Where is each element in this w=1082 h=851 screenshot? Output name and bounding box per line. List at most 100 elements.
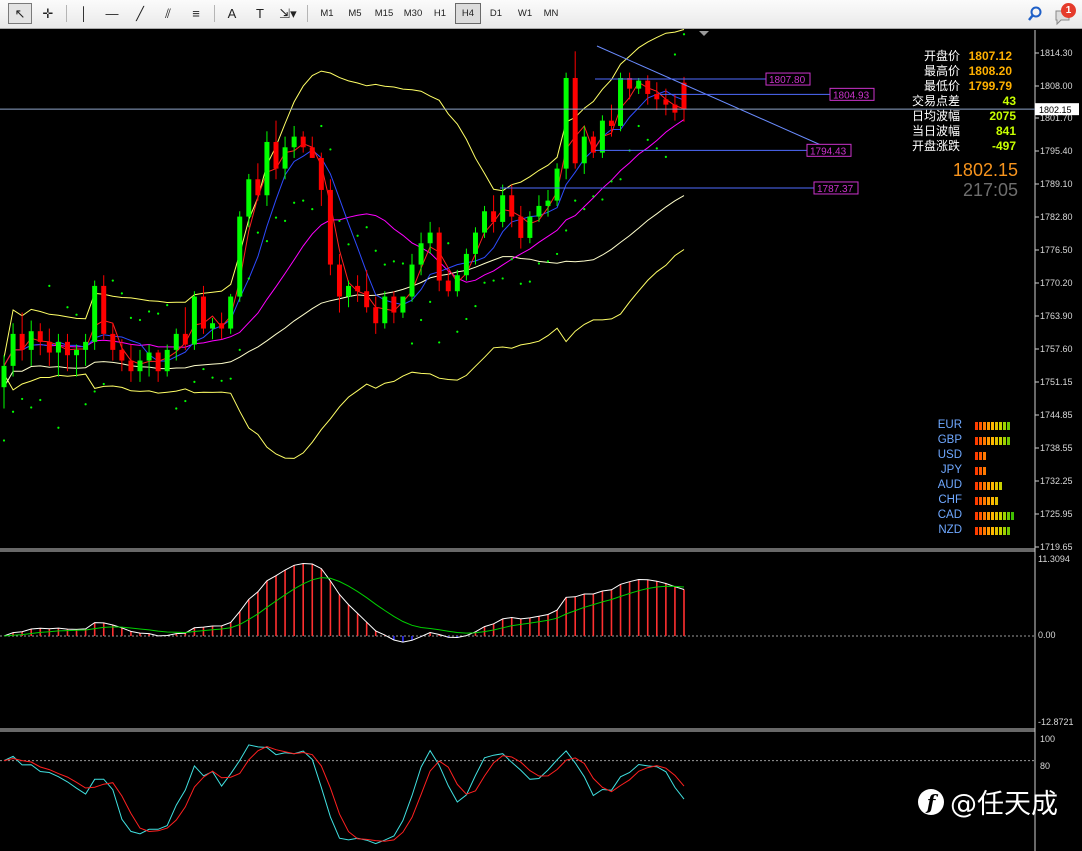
candle-body: [1, 365, 7, 388]
candle-body: [509, 195, 515, 217]
price-axis-label: 1795.40: [1040, 146, 1073, 156]
sar-dot: [601, 198, 604, 201]
macd-signal-line: [3, 577, 685, 637]
weibo-logo-icon: f: [918, 788, 944, 815]
sar-dot: [247, 277, 250, 280]
info-label: 开盘涨跌: [912, 139, 961, 153]
candle-body: [200, 296, 206, 329]
sar-dot: [365, 226, 368, 229]
sar-dot: [320, 124, 323, 128]
sar-dot: [39, 398, 42, 402]
sar-dot: [392, 260, 395, 263]
candle-body: [28, 331, 34, 350]
price-axis-label: 1776.50: [1040, 245, 1073, 255]
price-axis-label: 1738.55: [1040, 443, 1073, 453]
candle-body: [391, 296, 397, 313]
price-axis-label: 1763.90: [1040, 311, 1073, 321]
macd-axis-top: 11.3094: [1038, 554, 1070, 564]
sar-dot: [592, 195, 595, 198]
candle-body: [346, 285, 352, 297]
sar-dot: [519, 282, 522, 285]
candle-body: [101, 285, 107, 334]
sar-dot: [347, 243, 350, 246]
sar-dot: [311, 208, 314, 211]
strength-bars: [975, 527, 1011, 535]
candle-body: [228, 296, 234, 329]
sar-dot: [166, 303, 169, 307]
sar-dot: [30, 406, 33, 409]
candle-body: [636, 80, 642, 89]
sar-dot: [120, 292, 123, 295]
sar-dot: [465, 317, 468, 321]
sar-dot: [57, 426, 60, 429]
candle-body: [64, 341, 70, 356]
candle-body: [128, 360, 134, 372]
sar-dot: [546, 260, 550, 263]
candle-body: [300, 136, 306, 148]
sar-dot: [293, 201, 296, 204]
price-axis-label: 1757.60: [1040, 344, 1073, 354]
watermark-text: @任天成: [950, 789, 1058, 820]
candle-body: [137, 360, 143, 372]
candle-body: [482, 211, 488, 233]
sar-dot: [338, 219, 341, 222]
sar-dot: [646, 138, 649, 141]
sar-dot: [129, 316, 133, 319]
strength-bars: [975, 482, 1003, 490]
chart-shift-marker: [699, 31, 709, 36]
candle-body: [282, 147, 288, 169]
sar-dot: [537, 262, 541, 265]
sar-dot: [175, 407, 178, 410]
current-price-display: 1802.15: [952, 160, 1018, 180]
sar-dot: [75, 313, 78, 316]
sar-dot: [229, 377, 232, 380]
sar-dot: [93, 390, 96, 393]
stoch-axis-top: 100: [1040, 734, 1055, 744]
strength-bars: [975, 497, 999, 505]
currency-name: USD: [937, 449, 962, 461]
sar-dot: [655, 147, 658, 150]
sar-dot: [583, 208, 586, 211]
sar-dot: [302, 199, 305, 202]
price-level-text: 1804.93: [833, 90, 870, 101]
candle-body: [210, 323, 216, 329]
sar-dot: [66, 306, 69, 309]
sar-dot: [21, 397, 24, 401]
candle-body: [37, 331, 43, 342]
info-label: 交易点差: [912, 94, 961, 108]
price-axis-label: 1782.80: [1040, 212, 1073, 222]
info-value: -497: [991, 139, 1017, 153]
price-level-text: 1807.80: [769, 75, 806, 86]
info-value: 43: [1002, 94, 1017, 108]
candle-body: [608, 120, 614, 126]
sar-dot: [138, 318, 142, 322]
candle-body: [500, 195, 506, 222]
sar-dot: [111, 279, 114, 282]
info-value: 1799.79: [968, 79, 1013, 93]
price-level-text: 1787.37: [817, 184, 854, 195]
candle-body: [237, 216, 243, 297]
sar-dot: [419, 318, 423, 322]
candle-body: [436, 232, 442, 281]
candle-body: [454, 275, 460, 292]
sar-dot: [410, 342, 414, 345]
current-price-tag-text: 1802.15: [1039, 105, 1072, 115]
sar-dot: [510, 258, 513, 261]
info-label: 最高价: [924, 64, 961, 78]
candle-body: [599, 120, 605, 153]
candle-body: [382, 296, 388, 324]
candle-body: [291, 136, 297, 148]
candle-body: [10, 333, 16, 366]
info-value: 1807.12: [968, 49, 1013, 63]
candle-body: [518, 216, 524, 238]
strength-bars: [975, 422, 1011, 430]
candle-body: [74, 349, 80, 356]
currency-name: CHF: [938, 494, 962, 506]
strength-bars: [975, 437, 1011, 445]
candle-body: [627, 77, 633, 89]
price-axis-label: 1789.10: [1040, 179, 1073, 189]
sar-dot: [157, 312, 160, 315]
candle-body: [146, 352, 152, 361]
sar-dot: [429, 300, 432, 303]
candle-body: [46, 341, 52, 353]
